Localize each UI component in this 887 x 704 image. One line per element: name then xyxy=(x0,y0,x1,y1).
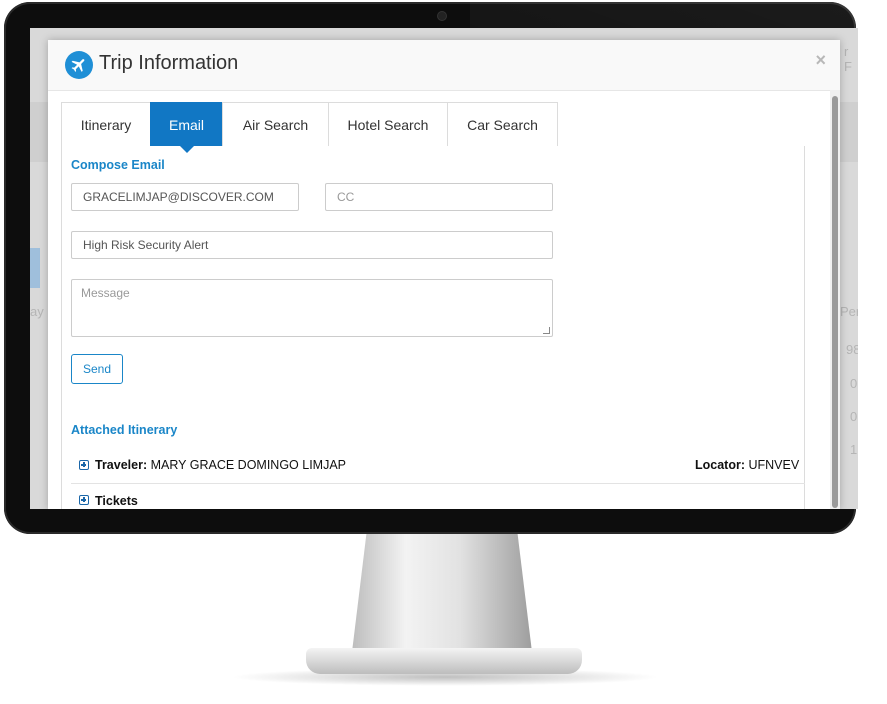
traveler-label: Traveler: xyxy=(95,458,148,472)
modal-header: Trip Information × xyxy=(48,40,840,91)
background-column-header: Per xyxy=(840,304,858,319)
background-value-4: 1 xyxy=(850,442,858,457)
locator-value: UFNVEV xyxy=(748,458,800,472)
traveler-name: MARY GRACE DOMINGO LIMJAP xyxy=(150,458,347,472)
tickets-row[interactable]: Tickets xyxy=(95,494,138,508)
scrollbar-thumb[interactable] xyxy=(832,96,838,508)
expand-tickets-icon[interactable] xyxy=(79,495,89,505)
background-value-1: 98 xyxy=(846,342,858,357)
resize-handle-icon[interactable] xyxy=(543,327,550,334)
trip-information-modal: Trip Information × Itinerary Email Air S… xyxy=(48,40,840,509)
background-selection xyxy=(30,248,40,288)
background-value-3: 0 xyxy=(850,409,858,424)
locator: Locator: UFNVEV xyxy=(695,458,799,472)
subject-field[interactable]: High Risk Security Alert xyxy=(71,231,553,259)
tab-email[interactable]: Email xyxy=(150,102,222,153)
message-placeholder: Message xyxy=(81,286,130,300)
airplane-icon xyxy=(65,51,93,79)
tickets-label: Tickets xyxy=(95,494,138,508)
locator-label: Locator: xyxy=(695,458,745,472)
tab-car-search[interactable]: Car Search xyxy=(447,102,558,146)
background-text-top-right: r F xyxy=(844,44,852,74)
modal-title: Trip Information xyxy=(99,52,239,74)
message-textarea[interactable]: Message xyxy=(71,279,553,337)
expand-traveler-icon[interactable] xyxy=(79,460,89,470)
compose-email-title: Compose Email xyxy=(71,158,165,172)
tab-hotel-search[interactable]: Hotel Search xyxy=(328,102,447,146)
to-email-field[interactable]: GRACELIMJAP@DISCOVER.COM xyxy=(71,183,299,211)
tab-air-search[interactable]: Air Search xyxy=(222,102,328,146)
tab-bar: Itinerary Email Air Search Hotel Search … xyxy=(61,102,558,153)
cc-field[interactable]: CC xyxy=(325,183,553,211)
attached-itinerary-title: Attached Itinerary xyxy=(71,423,178,437)
background-value-2: 0 xyxy=(850,376,858,391)
tab-itinerary[interactable]: Itinerary xyxy=(61,102,150,146)
close-icon[interactable]: × xyxy=(815,50,826,71)
traveler-row[interactable]: Traveler: MARY GRACE DOMINGO LIMJAP xyxy=(95,458,346,472)
monitor-stand-neck xyxy=(352,534,532,652)
row-divider xyxy=(71,483,805,484)
screen: ay r F Per 98 0 0 1 Trip Information × I… xyxy=(30,28,858,509)
background-text-left: ay xyxy=(30,304,44,319)
monitor-stand-base xyxy=(306,648,582,674)
email-panel: Compose Email GRACELIMJAP@DISCOVER.COM C… xyxy=(61,146,805,509)
send-button[interactable]: Send xyxy=(71,354,123,384)
camera-icon xyxy=(438,12,446,20)
